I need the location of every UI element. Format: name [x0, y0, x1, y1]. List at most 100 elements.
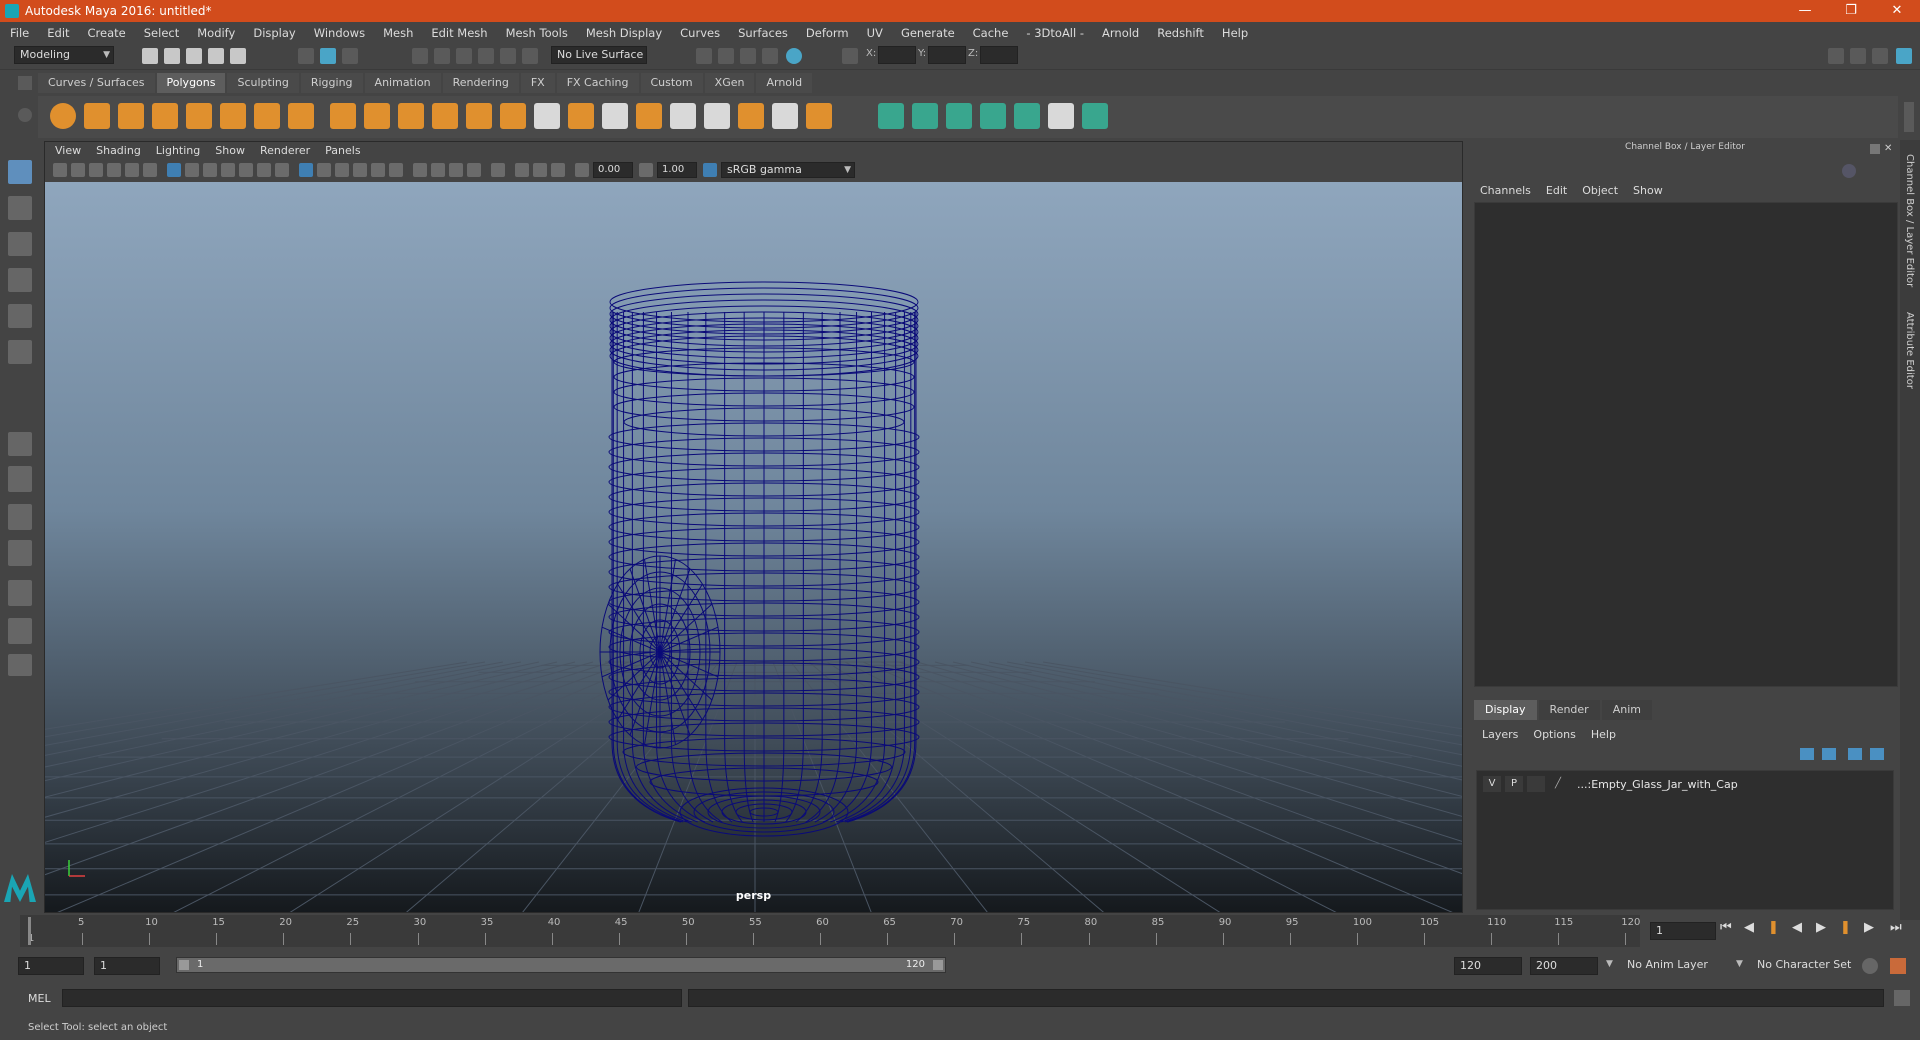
menu-uv[interactable]: UV: [867, 26, 883, 40]
anim-layer-dropdown[interactable]: No Anim Layer: [1622, 957, 1734, 975]
combine-icon[interactable]: [330, 103, 356, 129]
smooth-icon[interactable]: [432, 103, 458, 129]
redo-icon[interactable]: [230, 48, 246, 64]
close-button[interactable]: ✕: [1874, 0, 1920, 22]
spherical-mapping-icon[interactable]: [946, 103, 972, 129]
playback-end-field[interactable]: 120: [1454, 957, 1522, 975]
new-layer-selected-icon[interactable]: [1870, 748, 1884, 760]
attribute-editor-icon[interactable]: [1850, 48, 1866, 64]
go-to-start-icon[interactable]: ⏮: [1720, 920, 1732, 935]
tab-rendering[interactable]: Rendering: [442, 73, 519, 93]
target-weld-icon[interactable]: [806, 103, 832, 129]
textured-icon[interactable]: [353, 163, 367, 177]
separate-icon[interactable]: [364, 103, 390, 129]
menu-windows[interactable]: Windows: [314, 26, 365, 40]
step-back-frame-icon[interactable]: ❚: [1768, 920, 1779, 935]
reduce-icon[interactable]: [466, 103, 492, 129]
screen-space-ao-icon[interactable]: [413, 163, 427, 177]
save-scene-icon[interactable]: [186, 48, 202, 64]
snap-point-icon[interactable]: [456, 48, 472, 64]
tab-render[interactable]: Render: [1538, 700, 1600, 720]
lasso-tool-icon[interactable]: [8, 196, 32, 220]
multi-cut-icon[interactable]: [534, 103, 560, 129]
menu-deform[interactable]: Deform: [806, 26, 849, 40]
vp-menu-lighting[interactable]: Lighting: [156, 144, 200, 157]
tab-rigging[interactable]: Rigging: [300, 73, 363, 93]
menu-mesh[interactable]: Mesh: [383, 26, 413, 40]
new-scene-icon[interactable]: [142, 48, 158, 64]
layer-visibility-toggle[interactable]: V: [1483, 776, 1501, 792]
menu-edit[interactable]: Edit: [47, 26, 69, 40]
vp-menu-show[interactable]: Show: [215, 144, 245, 157]
vp-menu-shading[interactable]: Shading: [96, 144, 141, 157]
wireframe-icon[interactable]: [299, 163, 313, 177]
film-gate-icon[interactable]: [185, 163, 199, 177]
layer-menu-options[interactable]: Options: [1533, 728, 1575, 741]
tab-anim[interactable]: Anim: [1601, 700, 1652, 720]
mode-selector[interactable]: Modeling ▼: [14, 46, 114, 64]
tab-polygons[interactable]: Polygons: [156, 73, 226, 93]
persp-outliner-icon[interactable]: [8, 504, 32, 530]
tab-custom[interactable]: Custom: [640, 73, 703, 93]
modeling-toolkit-icon[interactable]: [1828, 48, 1844, 64]
chevron-down-icon[interactable]: ▼: [1606, 959, 1613, 969]
poly-plane-icon[interactable]: [186, 103, 212, 129]
tool-settings-icon[interactable]: [1872, 48, 1888, 64]
tab-display[interactable]: Display: [1474, 700, 1537, 720]
shadows-icon[interactable]: [389, 163, 403, 177]
menu-modify[interactable]: Modify: [197, 26, 235, 40]
camera-select-icon[interactable]: [53, 163, 67, 177]
y-field[interactable]: [928, 46, 966, 64]
bevel-icon[interactable]: [636, 103, 662, 129]
channel-box-settings-icon[interactable]: [1842, 164, 1856, 178]
menu-redshift[interactable]: Redshift: [1157, 26, 1204, 40]
channel-box-icon[interactable]: [1896, 48, 1912, 64]
playback-start-field[interactable]: 1: [94, 957, 160, 975]
layer-playback-toggle[interactable]: P: [1505, 776, 1523, 792]
menu-create[interactable]: Create: [88, 26, 126, 40]
snap-view-icon[interactable]: [478, 48, 494, 64]
animation-start-field[interactable]: 1: [18, 957, 84, 975]
tab-arnold[interactable]: Arnold: [756, 73, 813, 93]
shelf-menu-icon[interactable]: [18, 76, 32, 90]
exposure-icon[interactable]: [575, 163, 589, 177]
command-input[interactable]: [62, 989, 682, 1007]
anti-aliasing-icon[interactable]: [449, 163, 463, 177]
step-back-key-icon[interactable]: ◀: [1744, 920, 1754, 935]
step-forward-frame-icon[interactable]: ❚: [1840, 920, 1851, 935]
unfold-uv-icon[interactable]: [1014, 103, 1040, 129]
poly-cone-icon[interactable]: [152, 103, 178, 129]
field-chart-icon[interactable]: [239, 163, 253, 177]
vp-menu-view[interactable]: View: [55, 144, 81, 157]
perspective-viewport[interactable]: persp: [45, 182, 1462, 912]
side-tab-attribute-editor[interactable]: Attribute Editor: [1904, 312, 1915, 389]
image-plane-icon[interactable]: [107, 163, 121, 177]
four-view-icon[interactable]: [8, 466, 32, 492]
layer-name[interactable]: ...:Empty_Glass_Jar_with_Cap: [1577, 778, 1738, 791]
xray-joints-icon[interactable]: [551, 163, 565, 177]
close-panel-icon[interactable]: ✕: [1884, 144, 1894, 154]
menu-file[interactable]: File: [10, 26, 29, 40]
poly-pyramid-icon[interactable]: [254, 103, 280, 129]
layer-display-type[interactable]: [1527, 776, 1545, 792]
xray-active-icon[interactable]: [533, 163, 547, 177]
mirror-icon[interactable]: [398, 103, 424, 129]
menu-mesh-tools[interactable]: Mesh Tools: [506, 26, 568, 40]
step-forward-key-icon[interactable]: ▶: [1864, 920, 1874, 935]
snap-surface-icon[interactable]: [500, 48, 516, 64]
side-tab-channel-box[interactable]: Channel Box / Layer Editor: [1904, 154, 1915, 287]
select-hierarchy-icon[interactable]: [298, 48, 314, 64]
color-space-dropdown[interactable]: sRGB gamma ▼: [721, 162, 855, 178]
tab-xgen[interactable]: XGen: [704, 73, 755, 93]
gamma-icon[interactable]: [639, 163, 653, 177]
vp-menu-renderer[interactable]: Renderer: [260, 144, 310, 157]
time-slider[interactable]: 5 10 15 20 25 30 35 40 45 50 55 60 65 70 75 80 85 90 95 100…: [20, 915, 1640, 947]
single-perspective-icon[interactable]: [8, 432, 32, 456]
motion-blur-icon[interactable]: [431, 163, 445, 177]
depth-of-field-icon[interactable]: [467, 163, 481, 177]
auto-key-icon[interactable]: [1862, 958, 1878, 974]
snap-grid-icon[interactable]: [412, 48, 428, 64]
grease-pencil-icon[interactable]: [143, 163, 157, 177]
layer-menu-layers[interactable]: Layers: [1482, 728, 1518, 741]
shelf-settings-icon[interactable]: [18, 108, 32, 122]
